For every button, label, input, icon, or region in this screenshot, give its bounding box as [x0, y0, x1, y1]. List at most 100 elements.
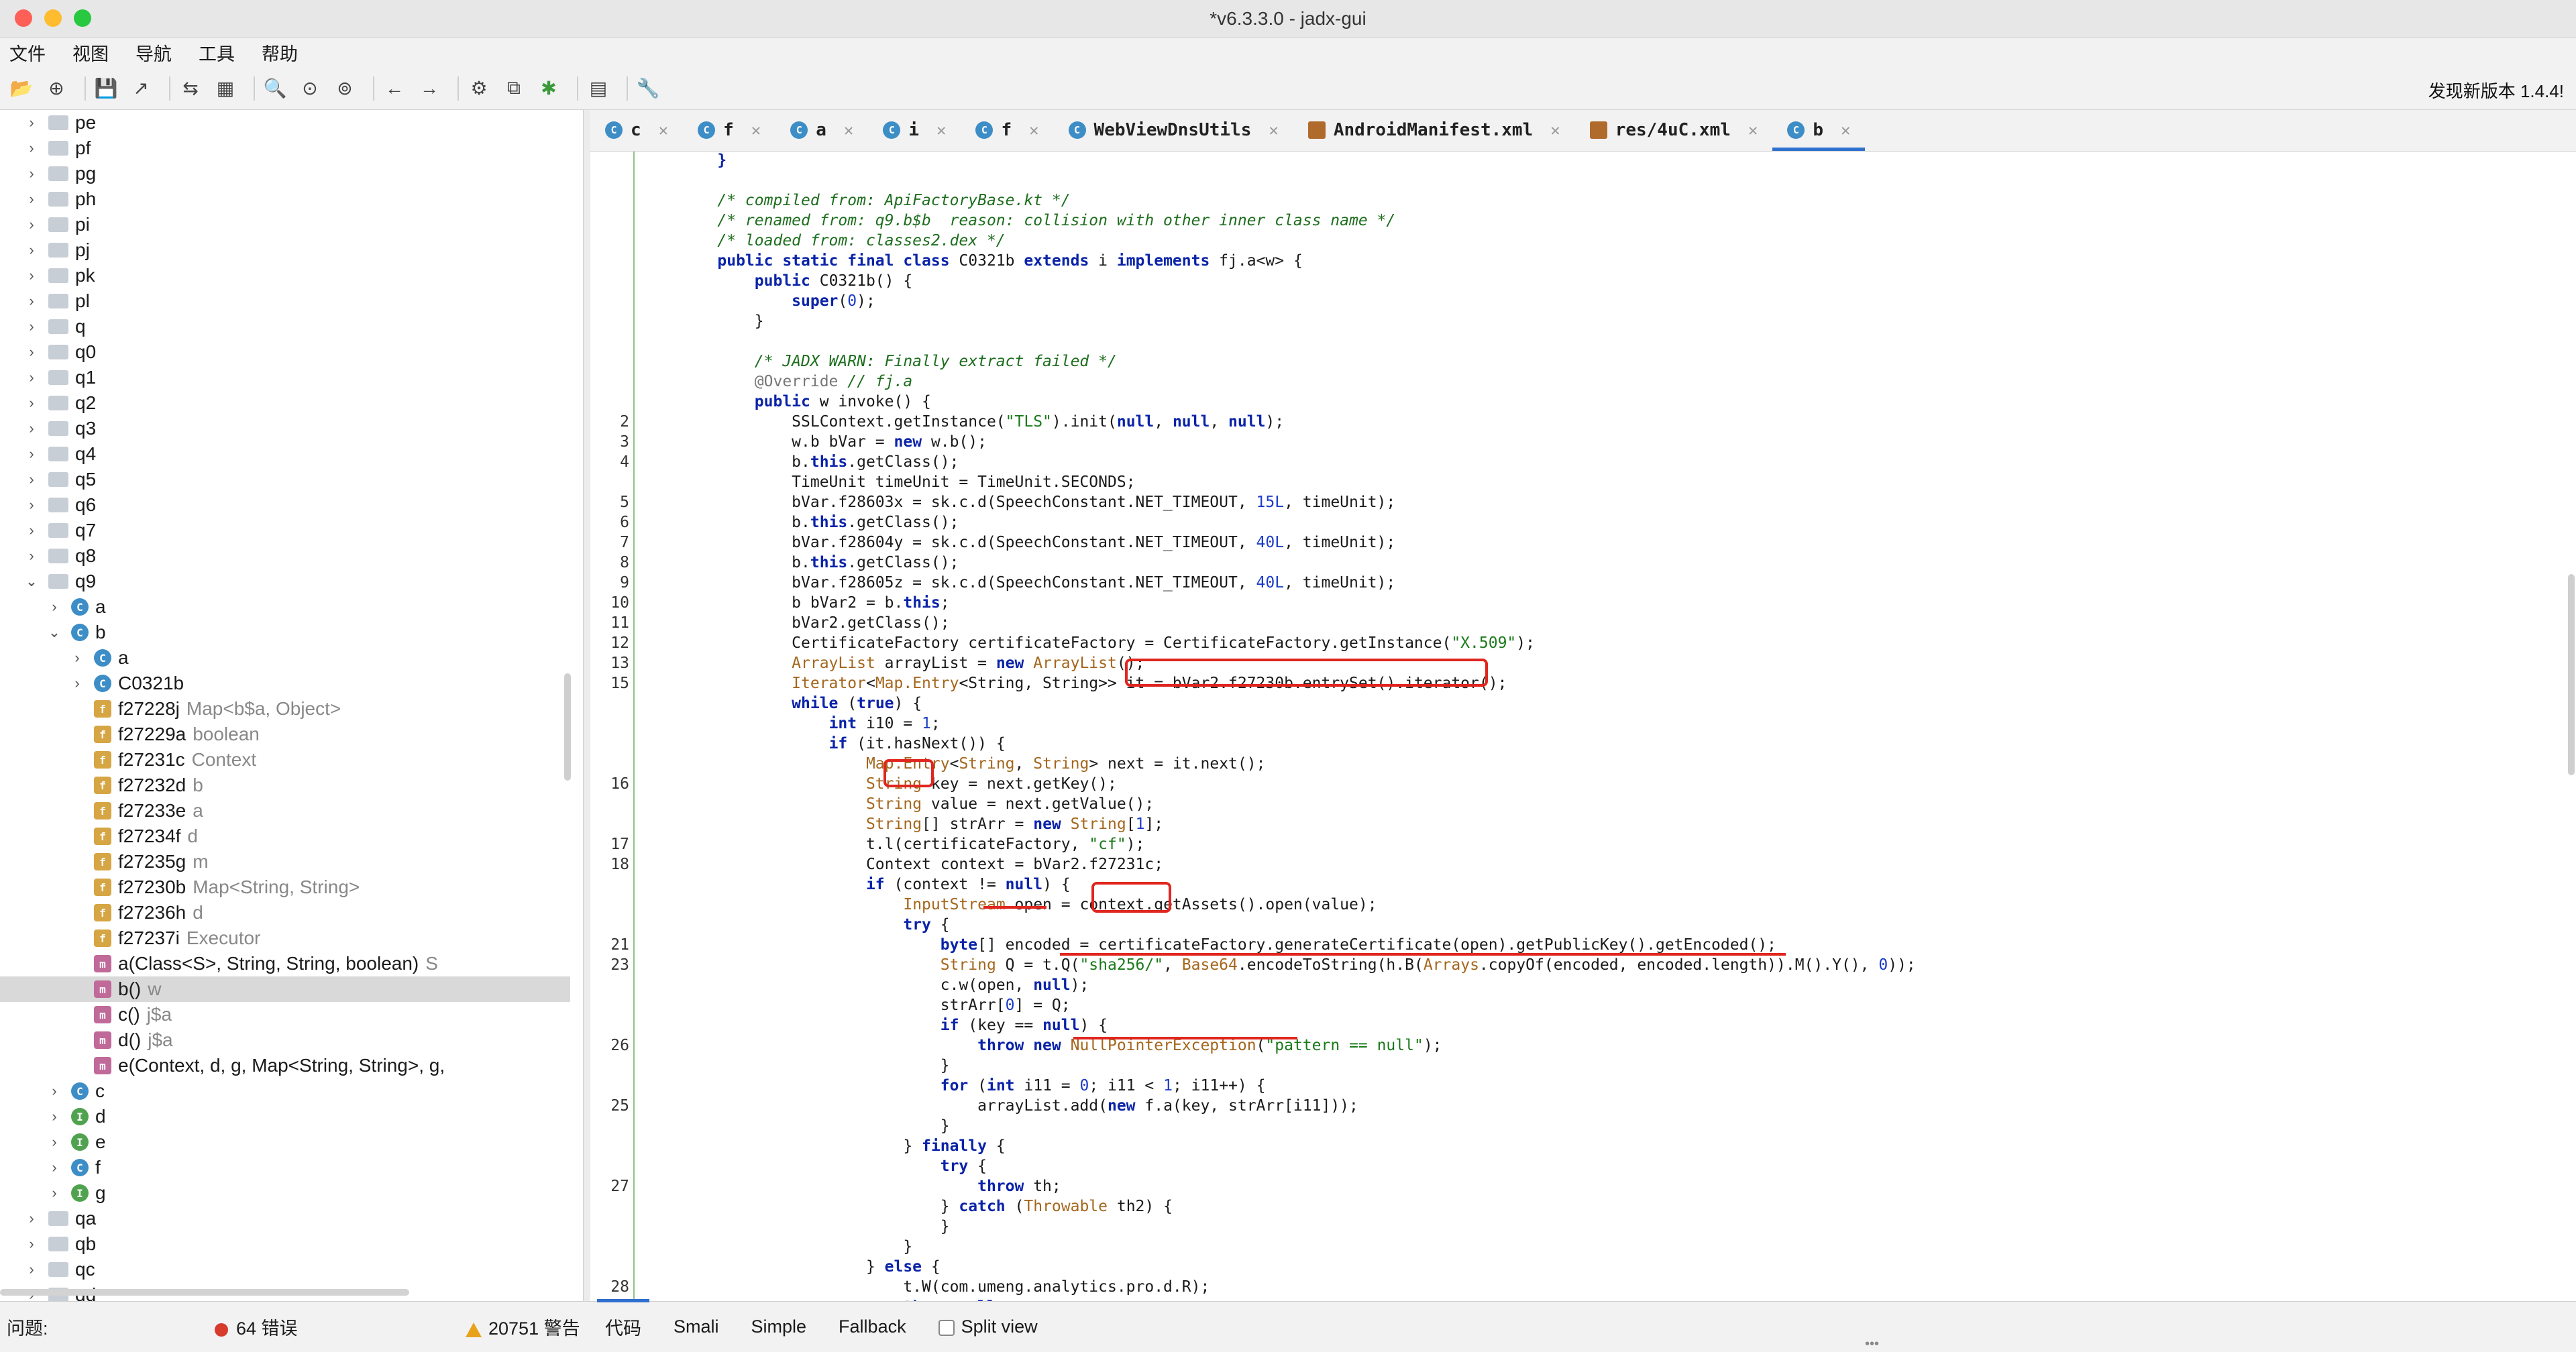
tab-simple[interactable]: Simple: [751, 1316, 807, 1337]
chevron-right-icon[interactable]: ›: [47, 1108, 62, 1125]
chevron-down-icon[interactable]: ⌄: [24, 573, 39, 590]
chevron-right-icon[interactable]: ›: [70, 649, 85, 667]
code-line[interactable]: try {: [680, 1158, 987, 1175]
close-tab-icon[interactable]: ✕: [844, 121, 853, 139]
log-icon[interactable]: ▤: [585, 75, 612, 102]
chevron-right-icon[interactable]: ›: [24, 343, 39, 361]
code-line[interactable]: throw th;: [680, 1178, 1061, 1195]
tree-node[interactable]: › Ig: [0, 1180, 570, 1206]
split-view-checkbox[interactable]: [938, 1319, 955, 1336]
code-line[interactable]: int i10 = 1;: [680, 715, 941, 732]
tree-node[interactable]: › q1: [0, 365, 570, 390]
tree-node[interactable]: › qa: [0, 1206, 570, 1231]
chevron-right-icon[interactable]: ›: [24, 522, 39, 539]
deobfuscation-icon[interactable]: ⚙: [466, 75, 492, 102]
close-tab-icon[interactable]: ✕: [936, 121, 946, 139]
chevron-right-icon[interactable]: ›: [24, 114, 39, 131]
tree-node[interactable]: › pi: [0, 212, 570, 237]
resize-handle-icon[interactable]: •••: [1865, 1337, 1879, 1352]
close-tab-icon[interactable]: ✕: [659, 121, 668, 139]
chevron-right-icon[interactable]: ›: [24, 471, 39, 488]
code-line[interactable]: arrayList.add(new f.a(key, strArr[i11]))…: [680, 1097, 1358, 1115]
tree-node[interactable]: f f27236h d: [0, 900, 570, 925]
package-tree[interactable]: › pe › pf › pg › ph › pi › pj › pk › pl › q › q0 › q1 › q2 › q3 › q…: [0, 110, 584, 1301]
code-line[interactable]: }: [680, 1117, 950, 1135]
tree-node[interactable]: › q: [0, 314, 570, 339]
editor-tab[interactable]: Ca ✕: [775, 109, 868, 151]
code-line[interactable]: InputStream open = context.getAssets().o…: [680, 896, 1377, 913]
code-line[interactable]: if (it.hasNext()) {: [680, 735, 1006, 752]
tab-smali[interactable]: Smali: [674, 1316, 719, 1337]
forward-icon[interactable]: →: [416, 75, 443, 102]
chevron-right-icon[interactable]: ›: [24, 1210, 39, 1227]
code-line[interactable]: b.this.getClass();: [680, 514, 959, 531]
code-line[interactable]: t.W(com.umeng.analytics.pro.d.R);: [680, 1278, 1210, 1296]
split-view-toggle[interactable]: Split view: [938, 1316, 1038, 1337]
menu-tools[interactable]: 工具: [199, 40, 235, 66]
quick-tab-icon[interactable]: ⧉: [500, 75, 527, 102]
editor-tab[interactable]: Cf ✕: [961, 109, 1053, 151]
tree-node[interactable]: › q2: [0, 390, 570, 416]
export-icon[interactable]: ↗: [127, 75, 154, 102]
chevron-right-icon[interactable]: ›: [24, 241, 39, 259]
tree-node[interactable]: › Cc: [0, 1078, 570, 1104]
tree-node[interactable]: › qc: [0, 1257, 570, 1282]
chevron-right-icon[interactable]: ›: [70, 675, 85, 692]
code-line[interactable]: TimeUnit timeUnit = TimeUnit.SECONDS;: [680, 473, 1135, 491]
tree-node[interactable]: m a(Class<S>, String, String, boolean) S: [0, 951, 570, 976]
tree-node[interactable]: m d() j$a: [0, 1027, 570, 1053]
back-icon[interactable]: ←: [381, 75, 408, 102]
code-line[interactable]: throw new NullPointerException("pattern …: [680, 1037, 1442, 1054]
update-notice[interactable]: 发现新版本 1.4.4!: [2428, 78, 2564, 103]
tree-node[interactable]: › q4: [0, 441, 570, 467]
code-line[interactable]: }: [680, 152, 727, 169]
tree-node[interactable]: › q5: [0, 467, 570, 492]
chevron-right-icon[interactable]: ›: [24, 1261, 39, 1278]
code-area[interactable]: 2 3 4 5 6 7 8 9 10 11 12 13 15 16 17 18 21 23 26 25 27 28 } /…: [590, 152, 2576, 1301]
debug-icon[interactable]: ✱: [535, 75, 562, 102]
code-line[interactable]: }: [680, 1238, 912, 1255]
code-line[interactable]: bVar.f28604y = sk.c.d(SpeechConstant.NET…: [680, 534, 1395, 551]
tree-node[interactable]: › Ca: [0, 645, 570, 671]
code-line[interactable]: super(0);: [680, 292, 875, 310]
code-line[interactable]: /* loaded from: classes2.dex */: [680, 232, 1005, 249]
search-icon[interactable]: 🔍: [262, 75, 288, 102]
code-line[interactable]: for (int i11 = 0; i11 < 1; i11++) {: [680, 1077, 1266, 1094]
chevron-right-icon[interactable]: ›: [24, 496, 39, 514]
code-line[interactable]: String value = next.getValue();: [680, 795, 1154, 813]
tree-node[interactable]: ⌄ Cb: [0, 620, 570, 645]
code-line[interactable]: b bVar2 = b.this;: [680, 594, 949, 612]
tree-vertical-scrollbar[interactable]: [564, 673, 571, 781]
chevron-right-icon[interactable]: ›: [47, 1159, 62, 1176]
tree-node[interactable]: f f27237i Executor: [0, 925, 570, 951]
chevron-right-icon[interactable]: ›: [24, 547, 39, 565]
code-line[interactable]: } finally {: [680, 1137, 1005, 1155]
editor-tab[interactable]: AndroidManifest.xml ✕: [1293, 109, 1575, 151]
chevron-right-icon[interactable]: ›: [24, 216, 39, 233]
tree-view-icon[interactable]: ▦: [212, 75, 239, 102]
code-line[interactable]: public C0321b() {: [680, 272, 912, 290]
chevron-right-icon[interactable]: ›: [47, 1133, 62, 1151]
tree-node[interactable]: › pl: [0, 288, 570, 314]
tree-node[interactable]: › q3: [0, 416, 570, 441]
tree-node[interactable]: f f27231c Context: [0, 747, 570, 773]
code-line[interactable]: CertificateFactory certificateFactory = …: [680, 634, 1535, 652]
code-line[interactable]: byte[] encoded = certificateFactory.gene…: [680, 936, 1776, 954]
editor-tab[interactable]: res/4uC.xml ✕: [1575, 109, 1773, 151]
tree-node[interactable]: › q7: [0, 518, 570, 543]
menu-navigate[interactable]: 导航: [136, 40, 172, 66]
tree-node[interactable]: › ph: [0, 186, 570, 212]
editor-tab[interactable]: Cc ✕: [590, 109, 683, 151]
tab-code[interactable]: 代码: [597, 1299, 649, 1340]
code-line[interactable]: t.l(certificateFactory, "cf");: [680, 836, 1144, 853]
errors-count[interactable]: 64 错误: [215, 1314, 298, 1340]
tree-node[interactable]: › Id: [0, 1104, 570, 1129]
find-usage-icon[interactable]: ⊚: [331, 75, 358, 102]
close-tab-icon[interactable]: ✕: [1550, 121, 1560, 139]
tree-node[interactable]: › C C0321b: [0, 671, 570, 696]
code-line[interactable]: public static final class C0321b extends…: [680, 252, 1302, 270]
tree-node[interactable]: ⌄ q9: [0, 569, 570, 594]
menu-help[interactable]: 帮助: [262, 40, 298, 66]
tab-fallback[interactable]: Fallback: [839, 1316, 906, 1337]
code-line[interactable]: SSLContext.getInstance("TLS").init(null,…: [680, 413, 1284, 431]
